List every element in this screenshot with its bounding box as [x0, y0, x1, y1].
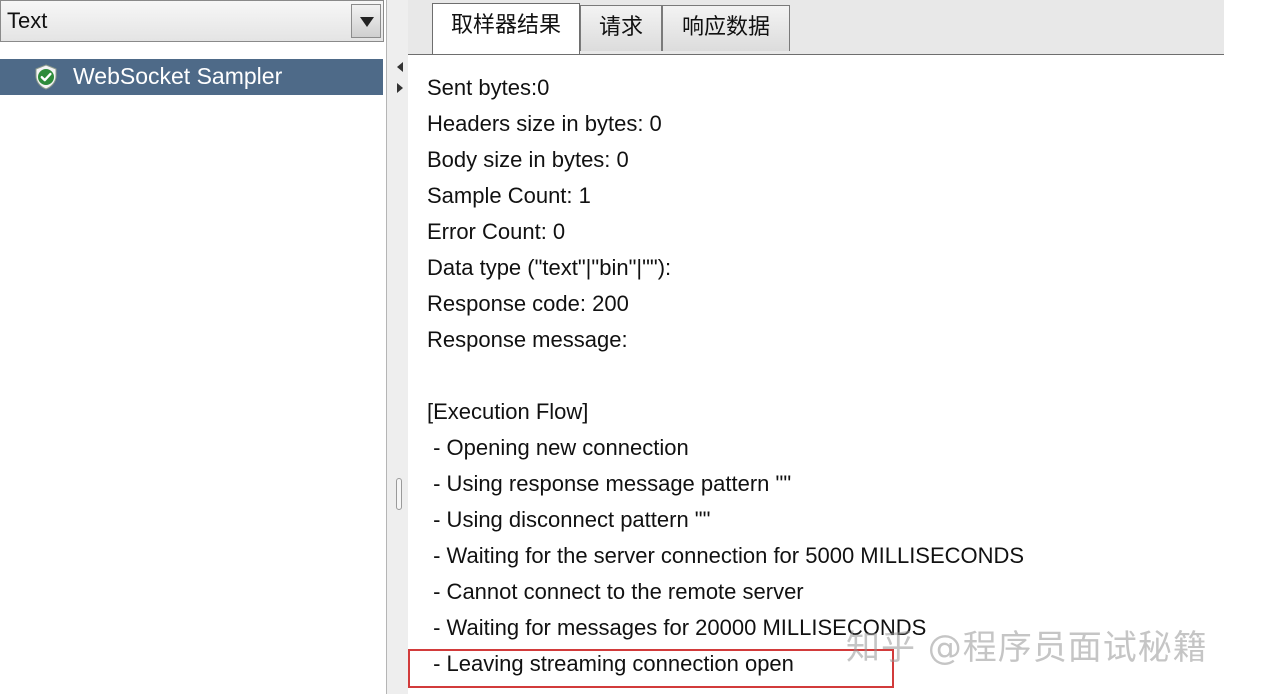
renderer-select-value: Text [7, 8, 48, 33]
expand-right-icon[interactable] [397, 83, 403, 93]
tab-request[interactable]: 请求 [580, 5, 662, 51]
page-margin [1224, 0, 1264, 694]
renderer-select[interactable]: Text [0, 0, 384, 42]
tree-item-label: WebSocket Sampler [73, 63, 283, 89]
result-line: - Opening new connection [427, 435, 689, 460]
tab-response-data[interactable]: 响应数据 [662, 5, 790, 51]
result-line: [Execution Flow] [427, 399, 589, 424]
split-pane-divider[interactable] [386, 0, 408, 694]
watermark-text: 知乎 @程序员面试秘籍 [846, 628, 1208, 668]
result-line: - Cannot connect to the remote server [427, 579, 804, 604]
result-line: Error Count: 0 [427, 219, 566, 244]
result-line: Response code: 200 [427, 291, 629, 316]
collapse-left-icon[interactable] [397, 62, 403, 72]
result-line: - Using disconnect pattern "" [427, 507, 711, 532]
shield-check-icon [35, 64, 57, 90]
result-line: - Using response message pattern "" [427, 471, 792, 496]
tab-sampler-result[interactable]: 取样器结果 [432, 3, 580, 54]
result-line: Sent bytes:0 [427, 75, 550, 100]
renderer-select-button[interactable] [351, 4, 381, 38]
result-line: Response message: [427, 327, 628, 352]
chevron-down-icon [360, 17, 374, 27]
result-line: Data type ("text"|"bin"|""): [427, 255, 672, 280]
highlight-box [408, 649, 894, 688]
result-line: Body size in bytes: 0 [427, 147, 629, 172]
divider-grip-handle[interactable] [396, 478, 402, 510]
result-line: Headers size in bytes: 0 [427, 111, 662, 136]
result-detail-panel: 取样器结果 请求 响应数据 Sent bytes:0 Headers size … [408, 0, 1224, 694]
result-line: - Waiting for the server connection for … [427, 543, 1025, 568]
sampler-result-text[interactable]: Sent bytes:0 Headers size in bytes: 0 Bo… [408, 56, 1224, 694]
result-line: Sample Count: 1 [427, 183, 591, 208]
result-tabs: 取样器结果 请求 响应数据 [408, 0, 1224, 55]
results-tree-panel: Text WebSocket Sampler [0, 0, 386, 694]
tree-item-websocket-sampler[interactable]: WebSocket Sampler [0, 59, 383, 95]
